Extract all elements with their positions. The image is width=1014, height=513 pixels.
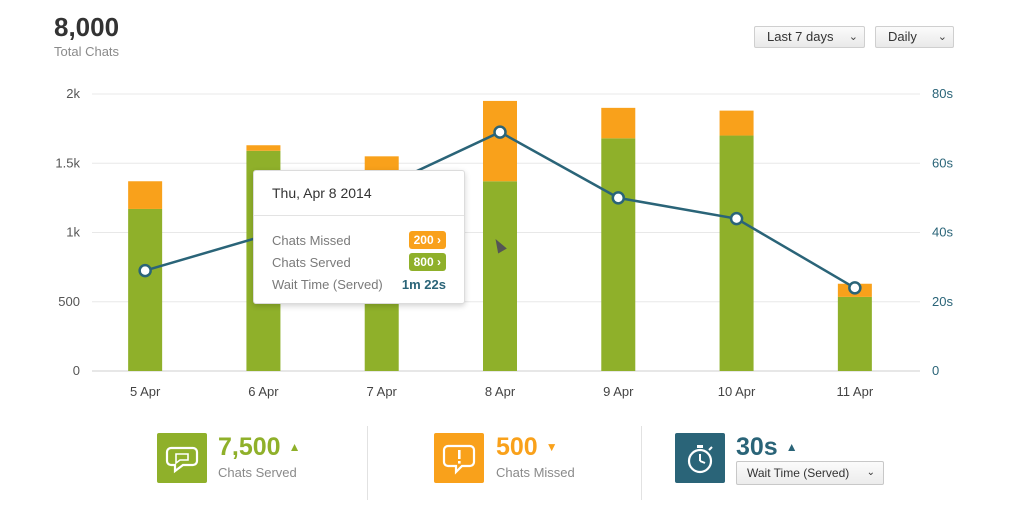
y-left-tick-label: 500	[58, 294, 80, 309]
wait-time-point	[848, 281, 862, 295]
wait-time-point	[611, 191, 626, 205]
wait-time-point	[138, 263, 152, 278]
x-tick-label: 7 Apr	[367, 384, 398, 399]
bar-chats-missed	[601, 107, 636, 139]
wait-metric-label: Wait Time (Served)	[747, 466, 850, 480]
stopwatch-icon	[675, 433, 725, 483]
x-tick-label: 10 Apr	[718, 384, 756, 399]
bar-chats-missed	[719, 110, 754, 136]
tooltip-wait-value: 1m 22s	[401, 277, 446, 292]
bar-chats-missed	[483, 100, 517, 182]
kpi-divider	[367, 426, 368, 500]
wait-time-point	[493, 125, 507, 139]
tooltip-row-wait: Wait Time (Served) 1m 22s	[272, 275, 446, 295]
x-tick-label: 11 Apr	[837, 384, 874, 399]
kpi-missed-value: 500 ▼	[496, 433, 558, 461]
y-right-tick-label: 60s	[932, 155, 953, 170]
y-right-tick-label: 80s	[932, 86, 953, 101]
tooltip-served-badge[interactable]: 800 ›	[408, 253, 446, 271]
tooltip-served-value: 800	[413, 255, 434, 269]
x-tick-label: 5 Apr	[130, 384, 161, 399]
bar-chats-served	[601, 138, 636, 371]
tooltip-date: Thu, Apr 8 2014	[254, 171, 464, 216]
wait-time-point	[729, 211, 744, 226]
y-right-tick-label: 0	[932, 363, 939, 378]
bar-chats-missed	[246, 145, 281, 151]
chats-chart: 0 0 500 20s 1k 40s 1.5k 60s 2k 80s 5 Apr 6 Apr 7 Apr…	[55, 86, 953, 399]
bar-chats-served	[719, 135, 754, 371]
kpi-wait-value: 30s ▲	[736, 433, 798, 461]
chart-tooltip: Thu, Apr 8 2014 Chats Missed 200 › Chats…	[253, 170, 465, 304]
chat-alert-icon	[434, 433, 484, 483]
kpi-served-label: Chats Served	[218, 465, 297, 480]
y-left-tick-label: 0	[73, 363, 80, 378]
tooltip-missed-badge[interactable]: 200 ›	[408, 231, 446, 249]
bar-chats-served	[128, 208, 163, 371]
bar-chats-served	[837, 296, 872, 371]
y-left-tick-label: 1k	[66, 225, 80, 240]
trend-down-icon: ▼	[545, 440, 558, 454]
wait-metric-select[interactable]: Wait Time (Served) ⌄	[736, 461, 884, 485]
tooltip-missed-value: 200	[413, 233, 434, 247]
bar-chats-served	[483, 181, 517, 371]
kpi-divider	[641, 426, 642, 500]
tooltip-row-missed: Chats Missed 200 ›	[272, 231, 446, 251]
kpi-served-value: 7,500 ▲	[218, 433, 301, 461]
chat-bubble-icon	[157, 433, 207, 483]
kpi-missed-label: Chats Missed	[496, 465, 575, 480]
x-tick-label: 9 Apr	[603, 384, 634, 399]
tooltip-served-label: Chats Served	[272, 255, 351, 270]
trend-up-icon: ▲	[785, 440, 798, 454]
x-tick-label: 6 Apr	[248, 384, 279, 399]
chevron-right-icon: ›	[437, 233, 441, 247]
tooltip-wait-label: Wait Time (Served)	[272, 277, 383, 292]
y-right-tick-label: 40s	[932, 225, 953, 240]
y-left-tick-label: 1.5k	[55, 155, 80, 170]
trend-up-icon: ▲	[288, 440, 301, 454]
tooltip-row-served: Chats Served 800 ›	[272, 253, 446, 273]
y-left-tick-label: 2k	[66, 86, 80, 101]
bar-chats-missed	[128, 181, 163, 209]
chevron-down-icon: ⌄	[866, 467, 875, 478]
y-right-tick-label: 20s	[932, 294, 953, 309]
chevron-right-icon: ›	[437, 255, 441, 269]
tooltip-missed-label: Chats Missed	[272, 233, 351, 248]
x-tick-label: 8 Apr	[485, 384, 516, 399]
